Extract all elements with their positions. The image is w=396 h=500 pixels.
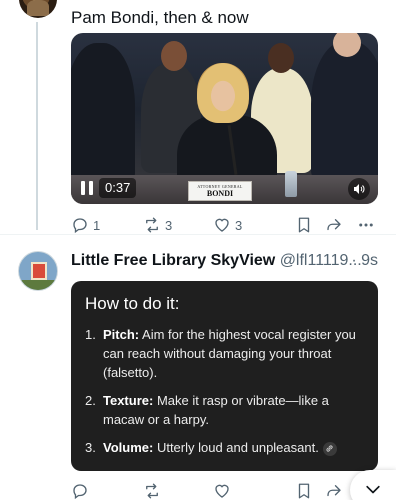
bookmark-icon: [298, 217, 310, 233]
repost-icon: [146, 483, 158, 499]
card-title: How to do it:: [85, 294, 180, 313]
volume-icon[interactable]: [348, 178, 370, 200]
bookmark-icon: [298, 483, 310, 499]
user-handle[interactable]: @lfl11119...: [280, 252, 362, 269]
like-button[interactable]: 3: [213, 216, 295, 234]
post-time[interactable]: · 9s: [351, 250, 378, 272]
divider: [0, 234, 396, 235]
nameplate: ATTORNEY GENERAL BONDI: [188, 181, 252, 201]
item-number: 3.: [85, 440, 96, 455]
avatar[interactable]: [19, 0, 57, 18]
list-item: 1. Pitch: Aim for the highest vocal regi…: [85, 325, 364, 382]
share-icon: [327, 485, 341, 497]
item-text: Utterly loud and unpleasant.: [153, 440, 319, 455]
speaker-head: [197, 63, 249, 123]
like-count: 3: [235, 217, 243, 233]
reply-button[interactable]: [71, 482, 143, 500]
video-time: 0:37: [99, 178, 137, 198]
repost-button[interactable]: [143, 482, 213, 500]
water-bottle: [285, 171, 297, 197]
item-label: Volume:: [103, 440, 154, 455]
avatar-library-box: [31, 262, 47, 280]
reply-icon: [73, 218, 87, 234]
chevron-down-icon: [366, 485, 380, 494]
avatar-ground: [19, 280, 57, 290]
share-button[interactable]: [325, 216, 357, 234]
item-text: Aim for the highest vocal register you c…: [103, 327, 356, 380]
heart-icon: [215, 484, 229, 498]
video-figure: [311, 41, 378, 181]
item-label: Pitch:: [103, 327, 140, 342]
post-text: Pam Bondi, then & now: [71, 8, 249, 27]
repost-count: 3: [165, 217, 173, 233]
list-item: 2. Texture: Make it rasp or vibrate—like…: [85, 391, 364, 429]
item-number: 2.: [85, 393, 96, 408]
like-button[interactable]: [213, 482, 295, 500]
bookmark-button[interactable]: [295, 482, 325, 500]
video-head: [161, 41, 187, 71]
video-figure: [71, 43, 135, 183]
reply-count: 1: [93, 217, 101, 233]
reply-icon: [73, 484, 87, 500]
scroll-down-button[interactable]: [350, 470, 396, 500]
item-number: 1.: [85, 327, 96, 342]
bookmark-button[interactable]: [295, 216, 325, 234]
video-player[interactable]: ATTORNEY GENERAL BONDI 0:37: [71, 33, 378, 204]
heart-icon: [215, 218, 229, 232]
action-bar: [71, 481, 378, 500]
reply-button[interactable]: 1: [71, 216, 143, 234]
repost-icon: [146, 217, 158, 233]
list-item: 3. Volume: Utterly loud and unpleasant.: [85, 438, 364, 457]
repost-button[interactable]: 3: [143, 216, 213, 234]
more-button[interactable]: [357, 216, 377, 234]
item-label: Texture:: [103, 393, 154, 408]
pause-icon[interactable]: [81, 181, 93, 195]
post-header: Little Free Library SkyView @lfl11119...…: [71, 250, 381, 272]
avatar[interactable]: [18, 251, 58, 291]
action-bar: 1 3 3: [71, 215, 378, 235]
thread-line: [36, 22, 38, 230]
more-icon: [359, 223, 373, 227]
share-icon: [327, 219, 341, 231]
nameplate-name: BONDI: [206, 189, 234, 198]
instruction-card: How to do it: 1. Pitch: Aim for the high…: [71, 281, 378, 471]
display-name[interactable]: Little Free Library SkyView: [71, 252, 275, 269]
link-icon[interactable]: [322, 441, 337, 456]
video-head: [268, 43, 294, 73]
